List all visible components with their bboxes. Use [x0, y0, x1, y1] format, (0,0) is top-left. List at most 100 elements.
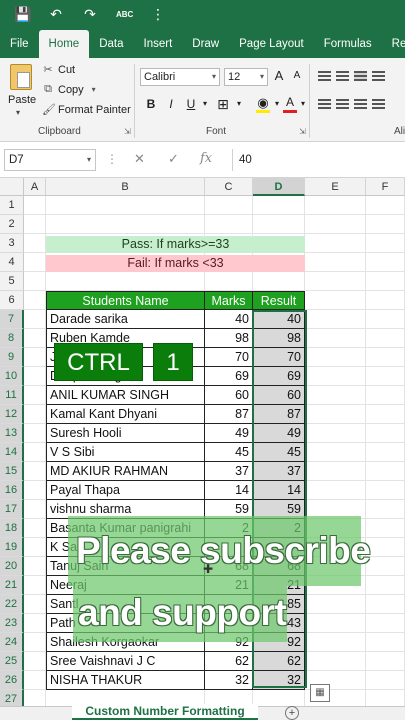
align-middle-icon[interactable]: [336, 71, 349, 81]
tab-insert[interactable]: Insert: [134, 30, 183, 58]
select-all-corner[interactable]: [0, 178, 24, 196]
underline-button[interactable]: U: [184, 97, 198, 111]
paste-icon[interactable]: [10, 64, 32, 90]
table-header-cell[interactable]: Students Name: [46, 291, 205, 310]
row-header-6[interactable]: 6: [0, 291, 24, 310]
cancel-icon[interactable]: ✕: [134, 151, 145, 167]
marks-cell[interactable]: 45: [205, 443, 253, 462]
tab-formulas[interactable]: Formulas: [314, 30, 382, 58]
row-header-16[interactable]: 16: [0, 481, 24, 500]
column-header-c[interactable]: C: [205, 178, 253, 196]
row-header-26[interactable]: 26: [0, 671, 24, 690]
row-header-24[interactable]: 24: [0, 633, 24, 652]
undo-icon[interactable]: ↶: [48, 6, 64, 23]
result-cell[interactable]: 32: [253, 671, 305, 690]
row-header-1[interactable]: 1: [0, 196, 24, 215]
column-header-e[interactable]: E: [305, 178, 366, 196]
row-header-8[interactable]: 8: [0, 329, 24, 348]
row-header-12[interactable]: 12: [0, 405, 24, 424]
result-cell[interactable]: 87: [253, 405, 305, 424]
table-header-cell[interactable]: Marks: [205, 291, 253, 310]
row-header-13[interactable]: 13: [0, 424, 24, 443]
align-center-icon[interactable]: [336, 99, 349, 109]
row-header-11[interactable]: 11: [0, 386, 24, 405]
chevron-down-icon[interactable]: ▾: [296, 99, 310, 108]
align-left-icon[interactable]: [318, 99, 331, 109]
copy-button[interactable]: ⧉ Copy ▾: [42, 83, 100, 96]
student-name-cell[interactable]: Suresh Hooli: [46, 424, 205, 443]
increase-font-size-button[interactable]: A: [272, 68, 286, 83]
tab-page-layout[interactable]: Page Layout: [229, 30, 314, 58]
quick-analysis-icon[interactable]: ▦: [310, 684, 330, 702]
marks-cell[interactable]: 32: [205, 671, 253, 690]
font-color-button[interactable]: A: [283, 95, 297, 109]
format-painter-button[interactable]: 🖌 Format Painter: [42, 103, 131, 117]
chevron-down-icon[interactable]: ▾: [232, 99, 246, 108]
row-header-23[interactable]: 23: [0, 614, 24, 633]
column-header-b[interactable]: B: [46, 178, 205, 196]
borders-icon[interactable]: ⊞: [216, 96, 230, 113]
student-name-cell[interactable]: Payal Thapa: [46, 481, 205, 500]
align-bottom-icon[interactable]: [354, 71, 367, 81]
font-size-select[interactable]: 12 ▾: [224, 68, 268, 86]
student-name-cell[interactable]: V S Sibi: [46, 443, 205, 462]
italic-button[interactable]: I: [164, 97, 178, 111]
chevron-down-icon[interactable]: ▾: [270, 99, 284, 108]
pass-criteria-cell[interactable]: Pass: If marks>=33: [46, 236, 305, 253]
fail-criteria-cell[interactable]: Fail: If marks <33: [46, 255, 305, 272]
indent-icon[interactable]: [372, 99, 385, 109]
row-header-5[interactable]: 5: [0, 272, 24, 291]
row-header-2[interactable]: 2: [0, 215, 24, 234]
align-right-icon[interactable]: [354, 99, 367, 109]
chevron-down-icon[interactable]: ▾: [198, 99, 212, 108]
marks-cell[interactable]: 49: [205, 424, 253, 443]
marks-cell[interactable]: 37: [205, 462, 253, 481]
row-header-18[interactable]: 18: [0, 519, 24, 538]
orientation-icon[interactable]: [372, 71, 385, 81]
insert-function-icon[interactable]: fx: [200, 151, 212, 166]
font-launcher-icon[interactable]: ⇲: [299, 127, 306, 136]
marks-cell[interactable]: 14: [205, 481, 253, 500]
column-header-f[interactable]: F: [366, 178, 405, 196]
tab-file[interactable]: File: [0, 30, 39, 58]
row-header-20[interactable]: 20: [0, 557, 24, 576]
result-cell[interactable]: 69: [253, 367, 305, 386]
row-header-4[interactable]: 4: [0, 253, 24, 272]
align-top-icon[interactable]: [318, 71, 331, 81]
marks-cell[interactable]: 69: [205, 367, 253, 386]
row-header-14[interactable]: 14: [0, 443, 24, 462]
table-header-cell[interactable]: Result: [253, 291, 305, 310]
result-cell[interactable]: 60: [253, 386, 305, 405]
enter-icon[interactable]: ✓: [168, 151, 179, 167]
tab-review[interactable]: Reb: [382, 30, 405, 58]
row-header-7[interactable]: 7: [0, 310, 24, 329]
column-header-d[interactable]: D: [253, 178, 305, 196]
result-cell[interactable]: 62: [253, 652, 305, 671]
customize-icon[interactable]: ⋮: [150, 6, 166, 23]
tab-home[interactable]: Home: [38, 30, 90, 58]
result-cell[interactable]: 37: [253, 462, 305, 481]
row-header-21[interactable]: 21: [0, 576, 24, 595]
fill-color-icon[interactable]: ◉: [256, 95, 270, 111]
row-header-22[interactable]: 22: [0, 595, 24, 614]
save-icon[interactable]: 💾: [14, 6, 31, 23]
row-header-27[interactable]: 27: [0, 690, 24, 706]
spelling-icon[interactable]: ABC: [116, 10, 133, 19]
result-cell[interactable]: 45: [253, 443, 305, 462]
student-name-cell[interactable]: Darade sarika: [46, 310, 205, 329]
marks-cell[interactable]: 62: [205, 652, 253, 671]
marks-cell[interactable]: 98: [205, 329, 253, 348]
bold-button[interactable]: B: [144, 97, 158, 111]
chevron-down-icon[interactable]: ▾: [88, 85, 100, 94]
chevron-down-icon[interactable]: ▾: [16, 108, 20, 117]
row-header-25[interactable]: 25: [0, 652, 24, 671]
result-cell[interactable]: 49: [253, 424, 305, 443]
result-cell[interactable]: 98: [253, 329, 305, 348]
clipboard-launcher-icon[interactable]: ⇲: [124, 127, 131, 136]
marks-cell[interactable]: 60: [205, 386, 253, 405]
marks-cell[interactable]: 87: [205, 405, 253, 424]
result-cell[interactable]: 14: [253, 481, 305, 500]
add-sheet-icon[interactable]: +: [285, 706, 299, 720]
sheet-tab-custom-number-formatting[interactable]: Custom Number Formatting: [72, 704, 258, 720]
cut-button[interactable]: ✂ Cut: [42, 63, 75, 77]
